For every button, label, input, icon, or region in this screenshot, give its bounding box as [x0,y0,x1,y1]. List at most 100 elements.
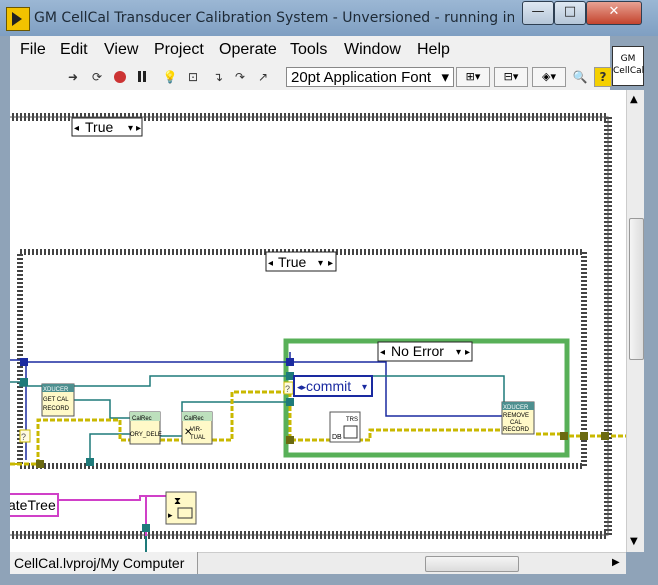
boolean-constant-left-glyph: ? [21,432,26,442]
calrec2-line1: CalRec [184,416,204,422]
tunnel-teal-error-case [286,372,294,380]
outer-case-outline [10,116,609,536]
step-over-icon[interactable]: ↷ [230,67,250,87]
labview-app-icon [6,7,30,31]
reorder-icon[interactable]: ◈▾ [532,67,566,87]
remove-line2: REMOVE [503,413,529,419]
menu-file[interactable]: File [20,41,46,59]
window-frame-right [644,36,658,585]
getcal-subvi: XDUCER GET CAL RECORD [41,383,75,417]
step-into-icon[interactable]: ↴ [208,67,228,87]
horizontal-scroll-thumb[interactable] [425,556,519,572]
outer-case-frame [10,113,612,539]
teal-wire-3 [70,399,132,419]
abort-icon[interactable] [110,67,130,87]
scroll-down-icon[interactable]: ▼ [630,536,638,547]
inner-dropdown-icon: ▾ [318,258,323,269]
error-wire-3 [212,390,290,442]
error-decrement-icon: ◂ [380,347,385,358]
tree-property-label: ateTree [10,497,56,513]
pause-icon[interactable] [132,67,152,87]
outer-increment-icon: ▸ [136,123,141,134]
getcal-line2: GET CAL [43,397,69,403]
menu-project[interactable]: Project [154,41,204,59]
teal-wire-4 [181,401,290,412]
tunnel-teal-error-case-2 [286,398,294,406]
queue-arrow-icon: ▸ [168,510,173,520]
tunnel-error-case-left [286,436,294,444]
remove-cal-subvi: XDUCER REMOVE CAL RECORD [501,401,535,435]
diagram-canvas: True ◂ ▾ ▸ True ◂ ▾ ▸ No Error ◂ ▾ ▸ ? ?… [10,113,626,552]
block-diagram[interactable]: True ◂ ▾ ▸ True ◂ ▾ ▸ No Error ◂ ▾ ▸ ? ?… [10,90,626,552]
error-increment-icon: ▸ [465,347,470,358]
toolbar: ➜ ⟳ 💡 ⊡ ↴ ↷ ↗ 20pt Application Font ▾ ⊞▾ … [10,64,612,91]
trs-line2: DB [332,434,342,441]
vi-icon-line2: CellCal [613,66,645,76]
help-icon[interactable]: ? [594,67,612,87]
commit-enum-label: commit [306,378,351,394]
inner-case-label: True [278,254,306,270]
vertical-scrollbar[interactable]: ▲ ▼ [626,90,645,552]
tunnel-error-outer-right [601,432,609,440]
retain-wire-values-icon[interactable]: ⊡ [182,67,204,87]
getcal-line3: RECORD [43,406,70,412]
tunnel-error-inner-right [580,432,588,440]
menu-window[interactable]: Window [344,41,401,59]
title-bar: GM CellCal Transducer Calibration System… [0,0,658,36]
calrec-virtual-subvi: CalRec VIR- TUAL ✕ [181,411,213,445]
minimize-button[interactable]: — [522,1,554,25]
hourglass-icon: ⧗ [174,496,181,507]
maximize-button[interactable]: □ [554,1,586,25]
getcal-line1: XDUCER [43,387,69,393]
scroll-right-icon[interactable]: ▶ [612,557,620,568]
inner-decrement-icon: ◂ [268,258,273,269]
status-path: CellCal.lvproj/My Computer [10,552,198,574]
tunnel-error-case-right [560,432,568,440]
run-arrow-icon[interactable]: ➜ [62,67,84,87]
blue-wire-1 [10,352,291,363]
outer-dropdown-icon: ▾ [128,123,133,134]
outer-decrement-icon: ◂ [74,123,79,134]
menu-edit[interactable]: Edit [60,41,88,59]
calrec-delete-subvi: CalRec ORY_DELE [129,411,162,445]
highlight-execution-icon[interactable]: 💡 [160,67,180,87]
pink-wire-1 [58,495,170,501]
remove-line3: CAL [510,420,522,426]
boolean-constant-error-glyph: ? [285,384,290,394]
vi-icon-line1: GM [620,54,636,64]
menu-help[interactable]: Help [417,41,450,59]
vertical-scroll-thumb[interactable] [629,218,644,360]
error-dropdown-icon: ▾ [456,347,461,358]
outer-case-label: True [85,119,113,135]
distribute-objects-icon[interactable]: ⊟▾ [494,67,528,87]
trs-db-subvi: TRS DB [329,411,361,443]
run-continuous-icon[interactable]: ⟳ [86,67,108,87]
window-frame-left [0,36,10,574]
error-case-label: No Error [391,343,444,359]
horizontal-scrollbar[interactable]: ▶ [198,552,626,575]
close-button[interactable]: ✕ [586,1,642,25]
search-icon[interactable]: 🔍 [570,67,590,87]
remove-line4: RECORD [503,427,530,433]
menu-tools[interactable]: Tools [290,41,327,59]
font-select-value: 20pt Application Font [291,69,432,86]
step-out-icon[interactable]: ↗ [252,67,274,87]
vi-icon[interactable]: GM CellCal [612,46,644,86]
window-frame-bottom [0,574,658,585]
tunnel-teal-left [20,378,28,386]
commit-enum-dropdown-icon: ▾ [362,382,367,393]
tunnel-teal-bottom [86,458,94,466]
menu-operate[interactable]: Operate [219,41,277,59]
calrec1-line1: CalRec [132,416,152,422]
align-objects-icon[interactable]: ⊞▾ [456,67,490,87]
menu-bar: File Edit View Project Operate Tools Win… [10,36,610,64]
menu-view[interactable]: View [104,41,138,59]
tunnel-error-inner-left [36,460,44,468]
font-select[interactable]: 20pt Application Font ▾ [286,67,454,87]
error-wire-5 [358,426,506,442]
tunnel-blue-error-case [286,358,294,366]
calrec2-x-icon: ✕ [184,427,192,438]
chevron-down-icon: ▾ [441,69,449,86]
scroll-up-icon[interactable]: ▲ [630,94,638,105]
inner-increment-icon: ▸ [328,258,333,269]
